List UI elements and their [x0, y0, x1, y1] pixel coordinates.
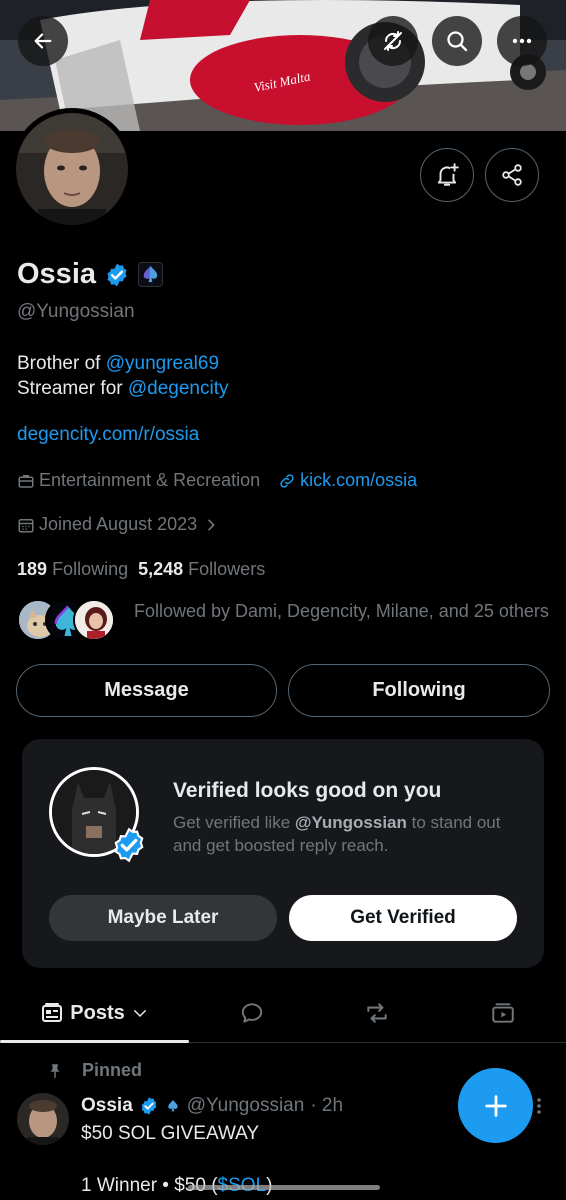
- name-row: Ossia: [17, 258, 163, 291]
- home-indicator[interactable]: [188, 1185, 380, 1190]
- tab-media[interactable]: [456, 985, 550, 1041]
- plus-icon: [484, 1094, 507, 1117]
- search-icon: [447, 31, 468, 52]
- post-author-handle: @Yungossian: [186, 1095, 305, 1116]
- briefcase-icon: [18, 474, 34, 488]
- verified-promo-card: Verified looks good on you Get verified …: [22, 739, 544, 968]
- profile-tabs: Posts: [0, 985, 566, 1043]
- tab-posts-label: Posts: [70, 1001, 125, 1024]
- following-label: Following: [52, 559, 129, 579]
- profile-avatar[interactable]: [11, 108, 133, 230]
- mute-button[interactable]: [368, 16, 418, 66]
- post-author-avatar[interactable]: [17, 1093, 69, 1145]
- share-icon: [502, 164, 522, 186]
- compose-post-button[interactable]: [458, 1068, 533, 1143]
- bell-plus-icon: [437, 163, 459, 186]
- bio-mention-degencity[interactable]: @degencity: [128, 378, 229, 399]
- share-button[interactable]: [485, 148, 539, 202]
- video-media-icon: [492, 1003, 514, 1023]
- bio-website-link[interactable]: degencity.com/r/ossia: [17, 424, 199, 446]
- more-icon: [512, 38, 532, 44]
- post-text-line1: $50 SOL GIVEAWAY: [81, 1123, 260, 1144]
- post-more-button[interactable]: [534, 1096, 544, 1121]
- mute-repost-icon: [384, 31, 402, 51]
- spade-icon: [143, 265, 158, 283]
- followed-by-text[interactable]: Followed by Dami, Degencity, Milane, and…: [134, 600, 554, 623]
- promo-text-prefix: Get verified like: [173, 813, 295, 832]
- calendar-icon: [18, 518, 34, 532]
- followers-count-link[interactable]: 5,248 Followers: [138, 559, 265, 580]
- pinned-label: Pinned: [82, 1060, 143, 1080]
- active-tab-indicator: [0, 1040, 189, 1043]
- arrow-left-icon: [34, 33, 52, 49]
- profile-meta-row: Entertainment & Recreation kick.com/ossi…: [17, 470, 417, 491]
- following-count: 189: [17, 559, 48, 579]
- person-avatar: [75, 601, 113, 639]
- chevron-down-icon: [133, 1010, 146, 1017]
- bio-line2-text: Streamer for: [17, 378, 128, 399]
- get-verified-button[interactable]: Get Verified: [289, 895, 517, 941]
- tab-posts[interactable]: Posts: [0, 985, 189, 1041]
- more-options-button[interactable]: [497, 16, 547, 66]
- follower-avatar-milane: [73, 599, 115, 641]
- maybe-later-button[interactable]: Maybe Later: [49, 895, 277, 941]
- following-count-link[interactable]: 189 Following: [17, 559, 128, 580]
- verified-badge-icon: [141, 1097, 157, 1115]
- chevron-right-icon: [208, 519, 215, 530]
- profile-joined-date: Joined August 2023: [39, 514, 198, 534]
- tab-reposts[interactable]: [330, 985, 424, 1041]
- back-button[interactable]: [18, 16, 68, 66]
- bio-mention-yungreal69[interactable]: @yungreal69: [106, 353, 219, 374]
- profile-handle: @Yungossian: [17, 301, 135, 322]
- pin-icon: [50, 1063, 60, 1078]
- pinned-label-row: Pinned: [46, 1060, 142, 1081]
- promo-description: Get verified like @Yungossian to stand o…: [173, 811, 533, 857]
- verified-badge-icon: [114, 827, 144, 863]
- promo-text-handle: @Yungossian: [294, 813, 407, 832]
- profile-external-link[interactable]: kick.com/ossia: [300, 470, 417, 491]
- link-icon: [280, 473, 294, 488]
- post-time: · 2h: [310, 1095, 344, 1116]
- followed-by-avatars[interactable]: [17, 599, 115, 641]
- verified-badge-icon[interactable]: [104, 262, 130, 288]
- message-button[interactable]: Message: [16, 664, 277, 717]
- posts-icon: [42, 1003, 63, 1022]
- reply-bubble-icon: [241, 1003, 263, 1023]
- profile-name: Ossia: [17, 258, 96, 290]
- affiliate-badge-icon[interactable]: [138, 262, 163, 287]
- search-button[interactable]: [432, 16, 482, 66]
- post-header: Ossia @Yungossian · 2h: [81, 1095, 343, 1117]
- spade-icon: [168, 1100, 178, 1112]
- followers-label: Followers: [188, 559, 266, 579]
- more-vertical-icon: [537, 1098, 541, 1114]
- avatar-photo: [16, 113, 128, 225]
- promo-verified-badge: [111, 827, 147, 868]
- profile-category: Entertainment & Recreation: [39, 470, 261, 490]
- profile-bio: Brother of @yungreal69 Streamer for @deg…: [17, 351, 229, 401]
- post-author-name[interactable]: Ossia: [81, 1095, 133, 1117]
- promo-title: Verified looks good on you: [173, 779, 442, 802]
- follow-counts: 189 Following 5,248 Followers: [17, 559, 265, 580]
- bio-line1-text: Brother of: [17, 353, 106, 374]
- following-button[interactable]: Following: [288, 664, 550, 717]
- avatar-photo: [17, 1093, 69, 1145]
- repost-icon: [367, 1003, 387, 1023]
- followers-count: 5,248: [138, 559, 184, 579]
- notifications-button[interactable]: [420, 148, 474, 202]
- tab-replies[interactable]: [205, 985, 299, 1041]
- joined-row[interactable]: Joined August 2023: [17, 514, 223, 535]
